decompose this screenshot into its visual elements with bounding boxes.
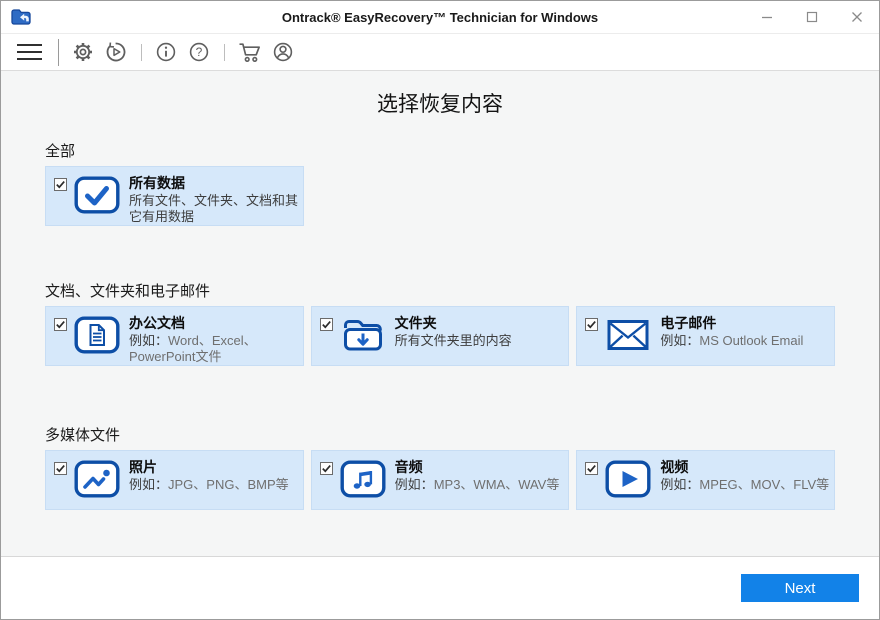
- app-logo-icon: [11, 7, 33, 27]
- checkbox-video[interactable]: [585, 462, 598, 475]
- card-desc-text: MP3、WMA、WAV等: [434, 477, 560, 492]
- card-text: 文件夹 所有文件夹里的内容: [395, 315, 567, 349]
- card-text: 所有数据 所有文件、文件夹、文档和其它有用数据: [129, 175, 301, 226]
- card-title: 所有数据: [129, 175, 301, 192]
- maximize-button[interactable]: [789, 1, 834, 33]
- card-title: 音频: [395, 459, 567, 476]
- main-content: 选择恢复内容 全部 所有数据 所有文件、文件夹、文档和其它有用数据: [1, 71, 879, 556]
- close-button[interactable]: [834, 1, 879, 33]
- toolbar-separator: [141, 44, 142, 61]
- folder-icon: [340, 316, 386, 359]
- card-photos[interactable]: 照片 例如：JPG、PNG、BMP等: [45, 450, 304, 510]
- minimize-button[interactable]: [744, 1, 789, 33]
- all-data-icon: [74, 176, 120, 219]
- card-audio[interactable]: 音频 例如：MP3、WMA、WAV等: [311, 450, 570, 510]
- video-icon: [605, 460, 651, 503]
- menu-icon[interactable]: [16, 43, 43, 61]
- svg-text:?: ?: [196, 45, 203, 59]
- card-desc-text: 所有文件、文件夹、文档和其它有用数据: [129, 193, 298, 225]
- card-text: 照片 例如：JPG、PNG、BMP等: [129, 459, 301, 493]
- card-description: 例如：JPG、PNG、BMP等: [129, 477, 301, 494]
- footer-bar: Next: [1, 556, 879, 619]
- app-window: Ontrack® EasyRecovery™ Technician for Wi…: [0, 0, 880, 620]
- account-icon[interactable]: [271, 40, 295, 64]
- next-button[interactable]: Next: [741, 574, 859, 602]
- card-video[interactable]: 视频 例如：MPEG、MOV、FLV等: [576, 450, 835, 510]
- card-email[interactable]: 电子邮件 例如：MS Outlook Email: [576, 306, 835, 366]
- section-label-multimedia: 多媒体文件: [45, 424, 835, 443]
- card-desc-prefix: 例如：: [129, 333, 168, 348]
- card-description: 例如：MP3、WMA、WAV等: [395, 477, 567, 494]
- card-description: 所有文件、文件夹、文档和其它有用数据: [129, 193, 301, 226]
- card-description: 所有文件夹里的内容: [395, 333, 567, 350]
- checkbox-folders[interactable]: [320, 318, 333, 331]
- card-office-documents[interactable]: 办公文档 例如：Word、Excel、PowerPoint文件: [45, 306, 304, 366]
- card-desc-text: JPG、PNG、BMP等: [168, 477, 289, 492]
- history-restore-icon[interactable]: [104, 40, 128, 64]
- photo-icon: [74, 460, 120, 503]
- section-label-all: 全部: [45, 140, 835, 159]
- page-title: 选择恢复内容: [45, 71, 835, 116]
- shopping-cart-icon[interactable]: [237, 40, 262, 64]
- checkbox-audio[interactable]: [320, 462, 333, 475]
- checkbox-email[interactable]: [585, 318, 598, 331]
- audio-icon: [340, 460, 386, 503]
- card-row-documents: 办公文档 例如：Word、Excel、PowerPoint文件: [45, 306, 835, 366]
- card-desc-prefix: 例如：: [660, 333, 699, 348]
- section-label-documents: 文档、文件夹和电子邮件: [45, 280, 835, 299]
- titlebar: Ontrack® EasyRecovery™ Technician for Wi…: [1, 1, 879, 33]
- card-text: 电子邮件 例如：MS Outlook Email: [660, 315, 832, 349]
- email-icon: [605, 316, 651, 359]
- card-desc-text: MS Outlook Email: [699, 333, 803, 348]
- card-all-data[interactable]: 所有数据 所有文件、文件夹、文档和其它有用数据: [45, 166, 304, 226]
- card-description: 例如：MS Outlook Email: [660, 333, 832, 350]
- card-title: 文件夹: [395, 315, 567, 332]
- card-title: 照片: [129, 459, 301, 476]
- card-row-multimedia: 照片 例如：JPG、PNG、BMP等: [45, 450, 835, 510]
- card-title: 视频: [660, 459, 832, 476]
- card-title: 电子邮件: [660, 315, 832, 332]
- card-desc-text: MPEG、MOV、FLV等: [699, 477, 829, 492]
- card-desc-prefix: 例如：: [129, 477, 168, 492]
- card-desc-text: 所有文件夹里的内容: [395, 333, 512, 348]
- checkbox-photos[interactable]: [54, 462, 67, 475]
- card-text: 视频 例如：MPEG、MOV、FLV等: [660, 459, 832, 493]
- card-desc-prefix: 例如：: [660, 477, 699, 492]
- info-icon[interactable]: [154, 40, 178, 64]
- card-description: 例如：MPEG、MOV、FLV等: [660, 477, 832, 494]
- card-folders[interactable]: 文件夹 所有文件夹里的内容: [311, 306, 570, 366]
- checkbox-all-data[interactable]: [54, 178, 67, 191]
- toolbar-separator: [58, 39, 59, 66]
- checkbox-office-documents[interactable]: [54, 318, 67, 331]
- card-row-all: 所有数据 所有文件、文件夹、文档和其它有用数据: [45, 166, 835, 226]
- toolbar: ?: [1, 33, 879, 71]
- window-controls: [744, 1, 879, 33]
- card-text: 音频 例如：MP3、WMA、WAV等: [395, 459, 567, 493]
- card-text: 办公文档 例如：Word、Excel、PowerPoint文件: [129, 315, 301, 366]
- card-desc-prefix: 例如：: [395, 477, 434, 492]
- help-icon[interactable]: ?: [187, 40, 211, 64]
- settings-gear-icon[interactable]: [71, 40, 95, 64]
- card-description: 例如：Word、Excel、PowerPoint文件: [129, 333, 301, 366]
- office-document-icon: [74, 316, 120, 359]
- card-title: 办公文档: [129, 315, 301, 332]
- toolbar-separator: [224, 44, 225, 61]
